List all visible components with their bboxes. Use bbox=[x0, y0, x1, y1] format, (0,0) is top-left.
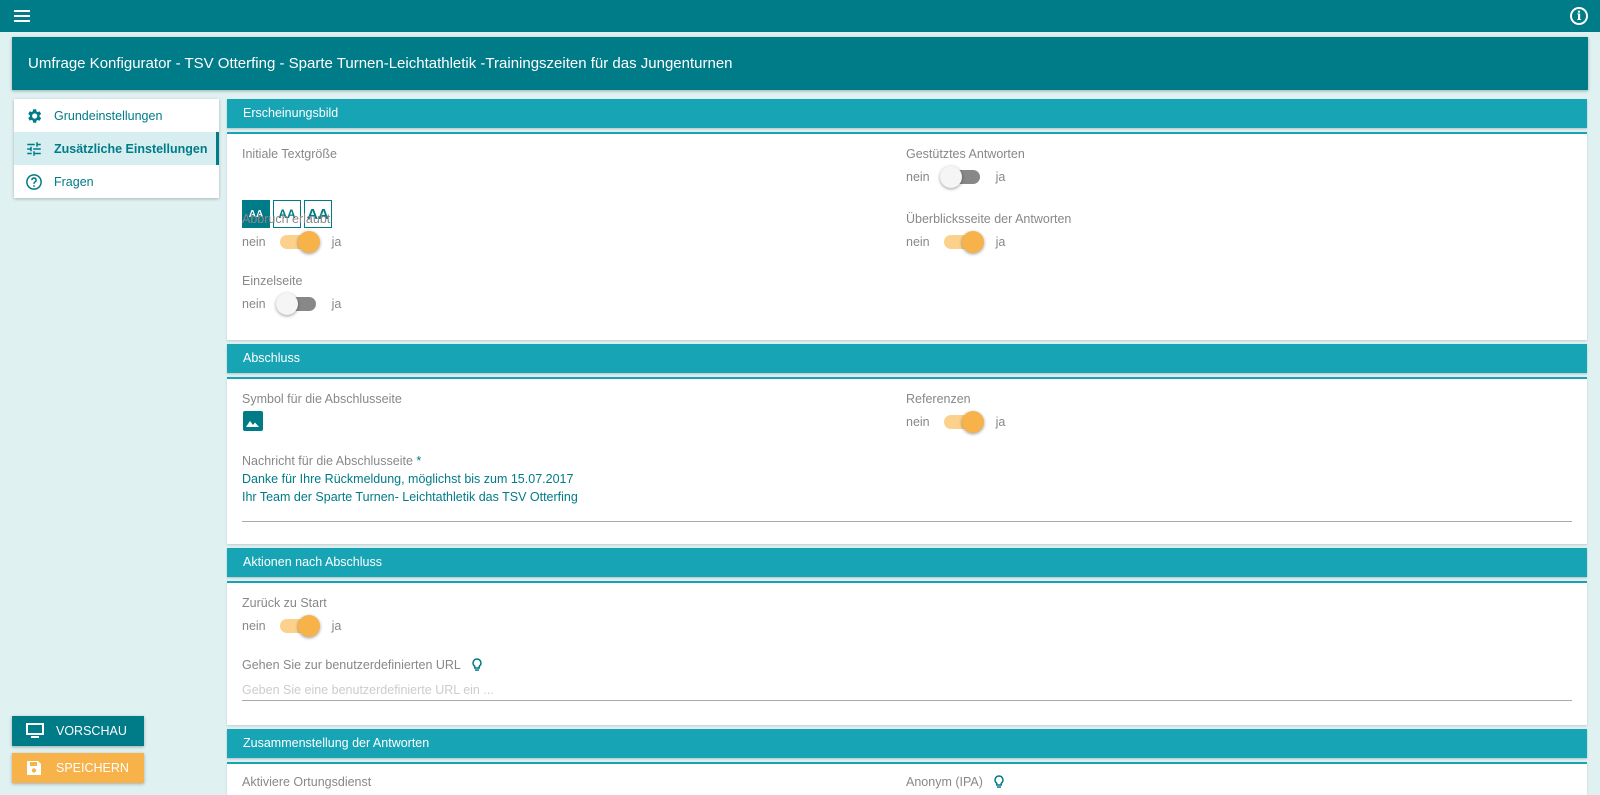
switch-knob bbox=[297, 231, 320, 253]
sidebar-item-label: Fragen bbox=[54, 174, 94, 189]
toggle-off-label: nein bbox=[906, 235, 930, 249]
sidebar-item-label: Zusätzliche Einstellungen bbox=[54, 141, 208, 156]
overview-page-label: Überblicksseite der Antworten bbox=[906, 212, 1072, 226]
required-mark: * bbox=[416, 454, 422, 468]
switch-knob bbox=[961, 411, 984, 433]
toggle-on-label: ja bbox=[995, 170, 1006, 184]
closing-message-line[interactable]: Ihr Team der Sparte Turnen- Leichtathlet… bbox=[242, 490, 578, 504]
toggle-on-label: ja bbox=[995, 235, 1006, 249]
toggle-off-label: nein bbox=[242, 619, 266, 633]
custom-url-label-text: Gehen Sie zur benutzerdefinierten URL bbox=[242, 658, 461, 672]
single-page-switch[interactable] bbox=[275, 293, 316, 315]
overview-page-toggle: nein ja bbox=[906, 230, 1005, 254]
save-button-label: SPEICHERN bbox=[56, 761, 129, 775]
sidebar-nav: Grundeinstellungen Zusätzliche Einstellu… bbox=[14, 99, 219, 198]
sliders-icon bbox=[24, 139, 44, 159]
preview-button[interactable]: VORSCHAU bbox=[12, 716, 144, 746]
monitor-icon bbox=[26, 723, 44, 739]
custom-url-input[interactable] bbox=[242, 679, 1572, 701]
page-header: Umfrage Konfigurator - TSV Otterfing - S… bbox=[12, 37, 1588, 90]
section-actions: Zurück zu Start nein ja Gehen Sie zur be… bbox=[227, 581, 1587, 725]
abort-allowed-switch[interactable] bbox=[279, 231, 320, 253]
closing-symbol-label: Symbol für die Abschlusseite bbox=[242, 392, 402, 406]
overview-page-switch[interactable] bbox=[943, 231, 984, 253]
section-summary: Aktiviere Ortungsdienst Anonym (IPA) bbox=[227, 762, 1587, 795]
sidebar-item-label: Grundeinstellungen bbox=[54, 108, 163, 123]
references-label: Referenzen bbox=[906, 392, 971, 406]
toggle-on-label: ja bbox=[995, 415, 1006, 429]
menu-icon[interactable] bbox=[12, 7, 34, 25]
sidebar-item-grundeinstellungen[interactable]: Grundeinstellungen bbox=[14, 99, 219, 132]
sidebar-item-fragen[interactable]: Fragen bbox=[14, 165, 219, 198]
assisted-answering-label: Gestütztes Antworten bbox=[906, 147, 1025, 161]
toggle-off-label: nein bbox=[906, 415, 930, 429]
save-button[interactable]: SPEICHERN bbox=[12, 753, 144, 783]
closing-message-label: Nachricht für die Abschlusseite * bbox=[242, 454, 421, 468]
section-appearance: Initiale Textgröße AA AA AA Abbruch erla… bbox=[227, 132, 1587, 340]
references-toggle: nein ja bbox=[906, 410, 1005, 434]
page-title: Umfrage Konfigurator - TSV Otterfing - S… bbox=[28, 55, 733, 72]
floppy-disk-icon bbox=[26, 760, 44, 776]
section-header-actions: Aktionen nach Abschluss bbox=[227, 548, 1587, 577]
abort-allowed-toggle: nein ja bbox=[242, 230, 341, 254]
lightbulb-icon[interactable] bbox=[471, 658, 483, 672]
image-icon[interactable] bbox=[242, 410, 264, 432]
gear-icon bbox=[24, 106, 44, 126]
back-to-start-label: Zurück zu Start bbox=[242, 596, 327, 610]
switch-knob bbox=[939, 166, 962, 188]
lightbulb-icon[interactable] bbox=[993, 775, 1005, 789]
references-switch[interactable] bbox=[943, 411, 984, 433]
closing-message-line[interactable]: Danke für Ihre Rückmeldung, möglichst bi… bbox=[242, 472, 573, 486]
text-size-label: Initiale Textgröße bbox=[242, 147, 337, 161]
anonymous-label: Anonym (IPA) bbox=[906, 775, 1005, 789]
assisted-answering-toggle: nein ja bbox=[906, 165, 1005, 189]
toggle-on-label: ja bbox=[331, 619, 342, 633]
main-content: Erscheinungsbild Initiale Textgröße AA A… bbox=[227, 99, 1587, 795]
section-header-closing: Abschluss bbox=[227, 344, 1587, 373]
anonymous-label-text: Anonym (IPA) bbox=[906, 775, 983, 789]
location-service-label: Aktiviere Ortungsdienst bbox=[242, 775, 372, 789]
abort-allowed-label: Abbruch erlaubt bbox=[242, 212, 331, 226]
single-page-toggle: nein ja bbox=[242, 292, 341, 316]
back-to-start-toggle: nein ja bbox=[242, 614, 341, 638]
switch-knob bbox=[297, 615, 320, 637]
assisted-answering-switch[interactable] bbox=[939, 166, 980, 188]
section-header-summary: Zusammenstellung der Antworten bbox=[227, 729, 1587, 758]
closing-message-label-text: Nachricht für die Abschlusseite bbox=[242, 454, 413, 468]
closing-message-underline bbox=[242, 521, 1572, 522]
switch-knob bbox=[275, 293, 298, 315]
toggle-off-label: nein bbox=[242, 297, 266, 311]
section-closing: Symbol für die Abschlusseite Nachricht f… bbox=[227, 377, 1587, 544]
toggle-on-label: ja bbox=[331, 297, 342, 311]
sidebar-item-zusaetzliche-einstellungen[interactable]: Zusätzliche Einstellungen bbox=[14, 132, 219, 165]
top-app-bar: i bbox=[0, 0, 1600, 32]
single-page-label: Einzelseite bbox=[242, 274, 303, 288]
custom-url-label: Gehen Sie zur benutzerdefinierten URL bbox=[242, 658, 483, 672]
preview-button-label: VORSCHAU bbox=[56, 724, 127, 738]
section-header-appearance: Erscheinungsbild bbox=[227, 99, 1587, 128]
help-circle-icon bbox=[24, 172, 44, 192]
info-icon[interactable]: i bbox=[1570, 7, 1588, 25]
toggle-off-label: nein bbox=[906, 170, 930, 184]
back-to-start-switch[interactable] bbox=[279, 615, 320, 637]
switch-knob bbox=[961, 231, 984, 253]
toggle-off-label: nein bbox=[242, 235, 266, 249]
toggle-on-label: ja bbox=[331, 235, 342, 249]
